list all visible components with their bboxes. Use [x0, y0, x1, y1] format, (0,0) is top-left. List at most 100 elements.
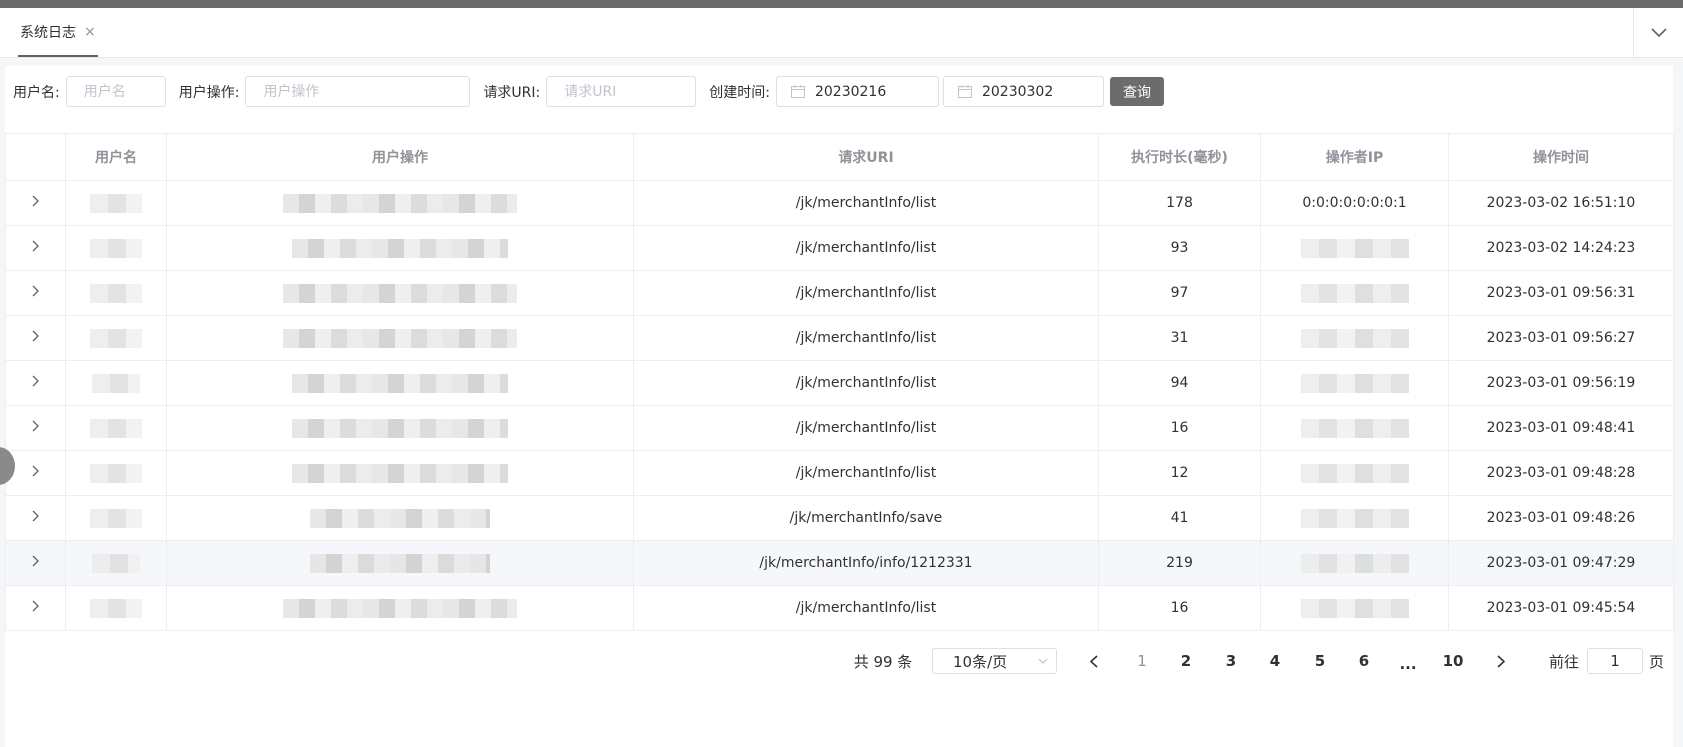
duration-cell: 178: [1098, 180, 1261, 226]
created-time-label: 创建时间:: [709, 84, 770, 101]
tab-label: 系统日志: [20, 24, 76, 41]
page-6[interactable]: 6: [1352, 646, 1376, 676]
username-cell: [65, 180, 167, 226]
redacted-username: [90, 508, 142, 528]
next-page-button[interactable]: [1493, 646, 1509, 676]
time-cell: 2023-03-01 09:48:28: [1448, 450, 1674, 496]
uri-cell: /jk/merchantInfo/list: [633, 405, 1099, 451]
table-row[interactable]: /jk/merchantInfo/list 16 2023-03-01 09:48:…: [5, 405, 1674, 451]
redacted-username: [92, 373, 140, 393]
time-cell: 2023-03-01 09:45:54: [1448, 585, 1674, 631]
redacted-ip: [1300, 283, 1409, 303]
username-cell: [65, 360, 167, 406]
operation-cell: [166, 360, 634, 406]
end-date-picker[interactable]: 20230302: [942, 76, 1104, 107]
expand-cell[interactable]: [5, 360, 66, 406]
redacted-operation: [310, 553, 490, 573]
table-row[interactable]: /jk/merchantInfo/save 41 2023-03-01 09:48:…: [5, 495, 1674, 541]
expand-cell[interactable]: [5, 450, 66, 496]
end-date-value: 20230302: [981, 83, 1054, 100]
tab-dropdown-button[interactable]: [1633, 8, 1683, 57]
table-row[interactable]: /jk/merchantInfo/list 178 0:0:0:0:0:0:0:1 2…: [5, 180, 1674, 226]
expand-cell[interactable]: [5, 270, 66, 316]
chevron-right-icon[interactable]: [32, 465, 39, 477]
chevron-right-icon[interactable]: [32, 510, 39, 522]
page-size-value: 10条/页: [953, 652, 1008, 671]
expand-cell[interactable]: [5, 540, 66, 586]
chevron-down-icon: [1650, 27, 1667, 37]
operation-cell: [166, 225, 634, 271]
chevron-right-icon[interactable]: [32, 375, 39, 387]
column-header-operation[interactable]: 用户操作: [166, 133, 634, 181]
ip-cell: [1260, 495, 1449, 541]
redacted-username: [90, 598, 142, 618]
page-5[interactable]: 5: [1308, 646, 1332, 676]
username-cell: [65, 315, 167, 361]
chevron-right-icon[interactable]: [32, 285, 39, 297]
ip-cell: [1260, 315, 1449, 361]
duration-cell: 97: [1098, 270, 1261, 316]
table-row[interactable]: /jk/merchantInfo/list 94 2023-03-01 09:56:…: [5, 360, 1674, 406]
goto-page-input[interactable]: [1587, 648, 1643, 674]
expand-cell[interactable]: [5, 585, 66, 631]
page-4[interactable]: 4: [1263, 646, 1287, 676]
chevron-right-icon[interactable]: [32, 195, 39, 207]
uri-input[interactable]: [546, 76, 697, 107]
table-row[interactable]: /jk/merchantInfo/list 97 2023-03-01 09:56:…: [5, 270, 1674, 316]
column-header-ip[interactable]: 操作者IP: [1260, 133, 1449, 181]
column-header-duration[interactable]: 执行时长(毫秒): [1098, 133, 1261, 181]
operation-label: 用户操作:: [178, 84, 240, 101]
prev-page-button[interactable]: [1086, 646, 1102, 676]
redacted-operation: [283, 283, 517, 303]
operation-cell: [166, 585, 634, 631]
column-header-time[interactable]: 操作时间: [1448, 133, 1674, 181]
table-row[interactable]: /jk/merchantInfo/list 16 2023-03-01 09:45:…: [5, 585, 1674, 631]
time-cell: 2023-03-01 09:56:27: [1448, 315, 1674, 361]
duration-cell: 16: [1098, 405, 1261, 451]
total-count: 共 99 条: [853, 652, 913, 671]
uri-cell: /jk/merchantInfo/list: [633, 180, 1099, 226]
uri-cell: /jk/merchantInfo/save: [633, 495, 1099, 541]
duration-cell: 16: [1098, 585, 1261, 631]
page-3[interactable]: 3: [1219, 646, 1243, 676]
redacted-username: [90, 193, 142, 213]
expand-cell[interactable]: [5, 225, 66, 271]
username-cell: [65, 405, 167, 451]
expand-cell[interactable]: [5, 495, 66, 541]
page-1[interactable]: 1: [1130, 646, 1154, 676]
page-ellipsis[interactable]: ...: [1396, 649, 1420, 679]
chevron-right-icon[interactable]: [32, 420, 39, 432]
table-row[interactable]: /jk/merchantInfo/info/1212331 219 2023-03-…: [5, 540, 1674, 586]
tab-system-log[interactable]: 系统日志 ×: [18, 8, 98, 57]
chevron-right-icon: [1497, 654, 1505, 668]
goto-suffix: 页: [1649, 652, 1665, 671]
uri-cell: /jk/merchantInfo/list: [633, 585, 1099, 631]
chevron-right-icon[interactable]: [32, 240, 39, 252]
chevron-right-icon[interactable]: [32, 330, 39, 342]
start-date-picker[interactable]: 20230216: [775, 76, 939, 107]
page-2[interactable]: 2: [1174, 646, 1198, 676]
username-input[interactable]: [65, 76, 166, 107]
uri-cell: /jk/merchantInfo/list: [633, 450, 1099, 496]
page-10[interactable]: 10: [1441, 646, 1465, 676]
table-row[interactable]: /jk/merchantInfo/list 31 2023-03-01 09:56:…: [5, 315, 1674, 361]
column-header-uri[interactable]: 请求URI: [633, 133, 1099, 181]
duration-cell: 93: [1098, 225, 1261, 271]
expand-cell[interactable]: [5, 180, 66, 226]
expand-cell[interactable]: [5, 405, 66, 451]
page-size-select[interactable]: 10条/页: [932, 646, 1057, 676]
redacted-username: [90, 328, 142, 348]
chevron-right-icon[interactable]: [32, 600, 39, 612]
close-icon[interactable]: ×: [84, 24, 96, 40]
table-row[interactable]: /jk/merchantInfo/list 12 2023-03-01 09:48:…: [5, 450, 1674, 496]
tab-bar: 系统日志 ×: [0, 8, 1683, 58]
operation-cell: [166, 270, 634, 316]
redacted-username: [90, 283, 142, 303]
column-header-username[interactable]: 用户名: [65, 133, 167, 181]
table-row[interactable]: /jk/merchantInfo/list 93 2023-03-02 14:24:…: [5, 225, 1674, 271]
expand-cell[interactable]: [5, 315, 66, 361]
chevron-right-icon[interactable]: [32, 555, 39, 567]
ip-cell: [1260, 405, 1449, 451]
operation-input[interactable]: [245, 76, 471, 107]
query-button[interactable]: 查询: [1109, 77, 1164, 106]
